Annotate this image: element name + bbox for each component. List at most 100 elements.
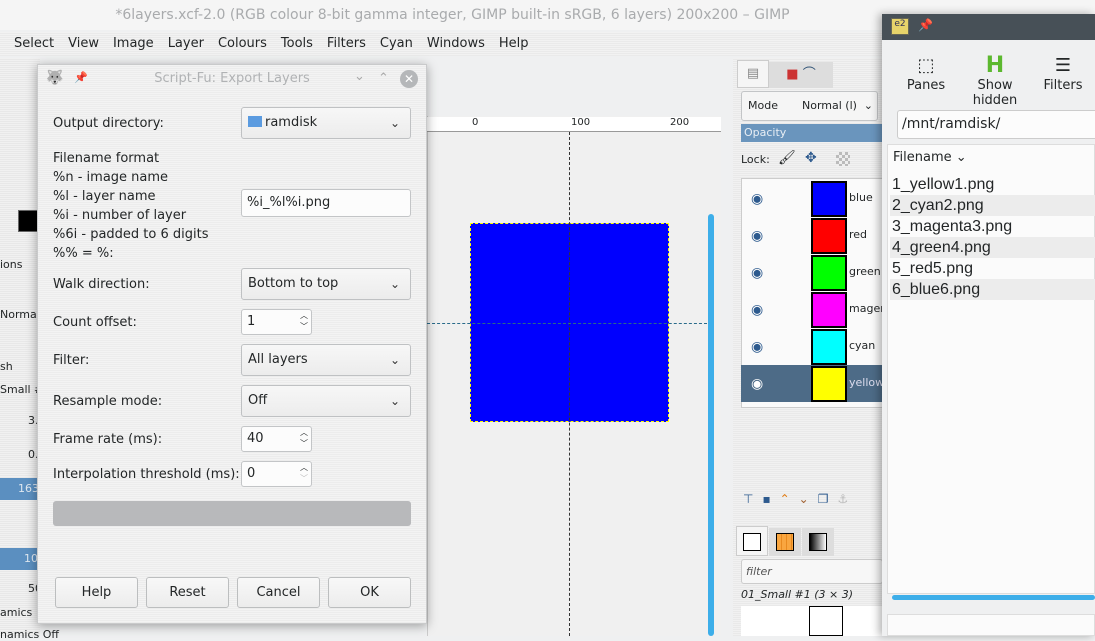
ruler-tick-0: 0: [472, 117, 479, 128]
menu-cyan[interactable]: Cyan: [373, 32, 420, 56]
frame-rate-value: 40: [247, 431, 264, 446]
filename-format-input[interactable]: %i_%l%i.png: [241, 189, 411, 217]
selected-brush[interactable]: [809, 606, 843, 636]
layer-row[interactable]: ◉ magenta: [741, 291, 883, 328]
duplicate-layer-icon[interactable]: ❐: [818, 492, 838, 506]
mode-value: Normal (l): [802, 99, 857, 112]
file-list-item[interactable]: 2_cyan2.png: [890, 195, 1095, 216]
brush-filter-input[interactable]: filter: [741, 559, 883, 584]
menu-layer[interactable]: Layer: [161, 32, 211, 56]
visibility-eye-icon[interactable]: ◉: [751, 376, 763, 392]
status-area: [887, 614, 1095, 636]
show-hidden-button[interactable]: H Show hidden: [954, 53, 1036, 109]
filename-column-header[interactable]: Filename ⌄: [893, 150, 967, 165]
file-list-item[interactable]: 5_red5.png: [890, 258, 1095, 279]
visibility-eye-icon[interactable]: ◉: [751, 302, 763, 318]
layer-thumbnail: [811, 329, 847, 365]
file-list-horizontal-scrollbar[interactable]: [892, 595, 1095, 600]
reset-button[interactable]: Reset: [146, 577, 229, 608]
filters-button[interactable]: ☰ Filters: [1042, 54, 1084, 93]
lock-position-icon[interactable]: ✥: [805, 150, 817, 166]
lower-layer-icon[interactable]: ⌄: [799, 492, 818, 506]
increment-icon[interactable]: ︿: [300, 463, 308, 473]
menu-view[interactable]: View: [61, 32, 106, 56]
patterns-tab[interactable]: [769, 528, 801, 556]
channels-icon[interactable]: ■: [786, 67, 798, 82]
filter-select[interactable]: All layers ⌄: [241, 344, 411, 376]
layers-tab-icon[interactable]: ▤: [737, 60, 769, 88]
menu-colours[interactable]: Colours: [211, 32, 274, 56]
increment-icon[interactable]: ︿: [300, 428, 308, 438]
visibility-eye-icon[interactable]: ◉: [751, 228, 763, 244]
brush-name: 01_Small #1 (3 × 3): [741, 588, 854, 601]
decrement-icon[interactable]: ﹀: [300, 322, 308, 332]
layer-row[interactable]: ◉ cyan: [741, 328, 883, 365]
layer-row[interactable]: ◉ yellow: [741, 365, 883, 402]
channels-paths-tabs[interactable]: ■ ⌒: [769, 62, 833, 88]
count-offset-spinner[interactable]: 1 ︿ ﹀: [241, 309, 312, 335]
new-layer-group-icon[interactable]: ⊤: [743, 492, 762, 506]
lock-alpha-icon[interactable]: [836, 152, 850, 166]
walk-direction-select[interactable]: Bottom to top ⌄: [241, 268, 411, 300]
menu-select[interactable]: Select: [7, 32, 61, 56]
interpolation-threshold-value: 0: [247, 466, 256, 481]
opacity-slider[interactable]: Opacity: [741, 124, 883, 142]
export-layers-dialog: Script-Fu: Export Layers 🐺 📌 ⌄ ⌃ ✕ Outpu…: [37, 64, 427, 624]
show-hidden-label: Show hidden: [972, 78, 1018, 108]
file-list-item[interactable]: 4_green4.png: [890, 237, 1095, 258]
resample-mode-label: Resample mode:: [53, 394, 163, 409]
spacing-slider[interactable]: 163.: [0, 478, 43, 500]
vertical-guide: [569, 132, 570, 636]
menu-windows[interactable]: Windows: [420, 32, 492, 56]
mode-select[interactable]: Mode Normal (l) ⌄: [741, 91, 878, 121]
pin-icon[interactable]: 📌: [918, 18, 933, 32]
file-list-item[interactable]: 3_magenta3.png: [890, 216, 1095, 237]
gradients-tab[interactable]: [802, 528, 834, 556]
menu-tools[interactable]: Tools: [274, 32, 320, 56]
file-list-item[interactable]: 1_yellow1.png: [890, 174, 1095, 195]
panes-button[interactable]: ⬚ Panes: [904, 54, 948, 93]
close-icon[interactable]: ✕: [400, 70, 418, 88]
cancel-button[interactable]: Cancel: [237, 577, 320, 608]
layer-row[interactable]: ◉ blue: [741, 180, 883, 217]
increment-icon[interactable]: ︿: [300, 311, 308, 321]
visibility-eye-icon[interactable]: ◉: [751, 265, 763, 281]
output-directory-select[interactable]: ramdisk ⌄: [241, 107, 411, 139]
pin-icon[interactable]: 📌: [74, 71, 88, 84]
path-input[interactable]: /mnt/ramdisk/: [897, 110, 1095, 139]
menu-image[interactable]: Image: [106, 32, 161, 56]
ok-button[interactable]: OK: [328, 577, 411, 608]
visibility-eye-icon[interactable]: ◉: [751, 339, 763, 355]
menu-help[interactable]: Help: [492, 32, 536, 56]
layer-row[interactable]: ◉ red: [741, 217, 883, 254]
show-hidden-icon: H: [985, 53, 1005, 78]
chevron-down-icon: ⌄: [389, 394, 400, 408]
interpolation-threshold-spinner[interactable]: 0 ︿ ﹀: [241, 461, 312, 487]
file-list-item[interactable]: 6_blue6.png: [890, 279, 1095, 300]
hardness-slider[interactable]: 10: [0, 548, 40, 570]
decrement-icon[interactable]: ﹀: [300, 439, 308, 449]
frame-rate-spinner[interactable]: 40 ︿ ﹀: [241, 426, 312, 452]
format-help-line: %n - image name: [53, 170, 169, 185]
tool-options-tab[interactable]: ions: [0, 258, 23, 271]
brush-grid[interactable]: [741, 606, 883, 636]
lock-pixels-icon[interactable]: 🖌: [778, 150, 796, 166]
help-button[interactable]: Help: [55, 577, 138, 608]
minimize-icon[interactable]: ⌄: [354, 69, 365, 84]
menu-filters[interactable]: Filters: [320, 32, 373, 56]
maximize-icon[interactable]: ⌃: [378, 71, 389, 86]
brushes-tab[interactable]: [736, 526, 768, 556]
visibility-eye-icon[interactable]: ◉: [751, 191, 763, 207]
output-directory-label: Output directory:: [53, 116, 164, 131]
layer-row[interactable]: ◉ green: [741, 254, 883, 291]
chevron-down-icon: ⌄: [389, 116, 400, 130]
raise-layer-icon[interactable]: ⌃: [780, 492, 799, 506]
canvas-vertical-scrollbar[interactable]: [708, 214, 714, 636]
paths-icon[interactable]: ⌒: [803, 67, 816, 82]
progress-bar: [53, 501, 411, 526]
filter-value: All layers: [248, 352, 308, 367]
resample-mode-select[interactable]: Off ⌄: [241, 385, 411, 417]
interpolation-threshold-label: Interpolation threshold (ms):: [53, 467, 240, 482]
anchor-layer-icon[interactable]: ⚓: [837, 492, 857, 506]
new-layer-icon[interactable]: ▪: [762, 492, 779, 506]
